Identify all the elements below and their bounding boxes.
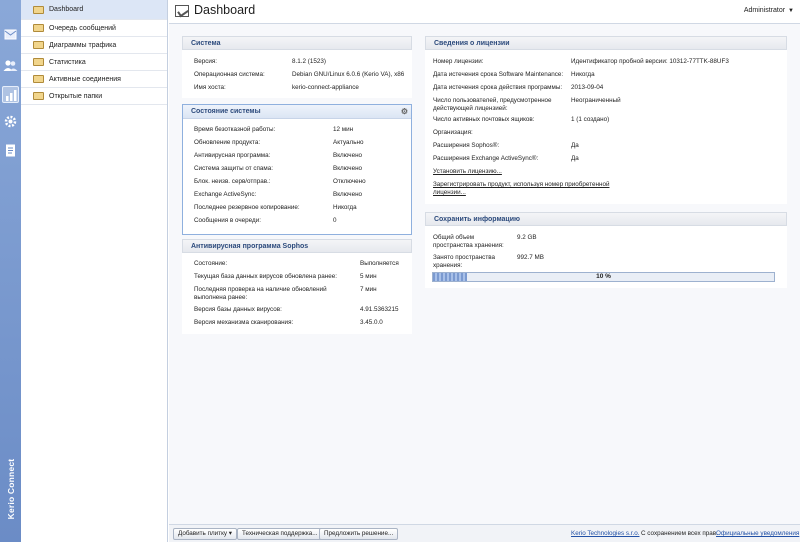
- system-status-tile: Состояние системы ⚙ Время безотказной раб…: [182, 104, 412, 235]
- nav-item-label: Dashboard: [49, 6, 84, 13]
- gear-icon[interactable]: ⚙: [401, 107, 408, 116]
- legal-notices-link[interactable]: Официальные уведомления: [716, 530, 799, 537]
- storage-progress-bar: 10 %: [432, 272, 775, 282]
- user-menu[interactable]: Administrator ▼: [744, 7, 794, 14]
- add-tile-button[interactable]: Добавить плитку ▾: [173, 528, 237, 540]
- app-rail: Kerio Connect: [0, 0, 21, 542]
- gear-icon[interactable]: [2, 113, 19, 130]
- nav-item-dashboard[interactable]: Dashboard: [21, 0, 167, 20]
- nav-item-label: Активные соединения: [49, 75, 121, 83]
- document-icon[interactable]: [2, 142, 19, 159]
- sophos-tile: Антивирусная программа Sophos Состояние:…: [182, 239, 412, 334]
- footer-bar: Добавить плитку ▾ Техническая поддержка.…: [169, 524, 800, 542]
- main-content: Dashboard Administrator ▼ Система Версия:…: [169, 0, 800, 542]
- tile-title: Состояние системы ⚙: [183, 105, 411, 119]
- chevron-down-icon: ▼: [788, 8, 794, 14]
- nav-item-label: Открытые папки: [49, 92, 103, 100]
- folder-icon: [33, 41, 44, 49]
- nav-item-label: Очередь сообщений: [49, 24, 116, 32]
- system-tile: Система Версия: 8.1.2 (1523) Операционная…: [182, 36, 412, 98]
- nav-item-label: Диаграммы трафика: [49, 41, 117, 49]
- suggest-solution-button[interactable]: Предложить решение...: [319, 528, 399, 540]
- dashboard-logo-icon: [175, 5, 189, 17]
- nav-item-active-connections[interactable]: Активные соединения: [21, 71, 167, 88]
- folder-icon: [33, 24, 44, 32]
- tile-title: Система: [182, 36, 412, 50]
- storage-percent: 10 %: [596, 273, 611, 280]
- sidebar-nav: Dashboard Очередь сообщений Диаграммы тр…: [21, 0, 168, 542]
- nav-item-open-folders[interactable]: Открытые папки: [21, 88, 167, 105]
- user-name: Administrator: [743, 7, 786, 14]
- nav-item-label: Статистика: [49, 58, 86, 66]
- header: Dashboard Administrator ▼: [169, 0, 800, 24]
- nav-item-traffic-charts[interactable]: Диаграммы трафика: [21, 37, 167, 54]
- folder-icon: [33, 92, 44, 100]
- nav-item-message-queue[interactable]: Очередь сообщений: [21, 20, 167, 37]
- users-icon[interactable]: [2, 57, 19, 74]
- dashboard-chart-icon[interactable]: [2, 86, 19, 103]
- tile-title: Сведения о лицензии: [425, 36, 787, 50]
- page-title: Dashboard: [194, 3, 256, 17]
- folder-icon: [33, 75, 44, 83]
- brand-logo: Kerio Connect: [5, 458, 16, 520]
- folder-icon: [33, 58, 44, 66]
- tile-title: Антивирусная программа Sophos: [182, 239, 412, 253]
- mail-icon[interactable]: [2, 26, 19, 43]
- company-link[interactable]: Kerio Technologies s.r.o.: [571, 530, 640, 537]
- tech-support-button[interactable]: Техническая поддержка...: [237, 528, 323, 540]
- tile-title: Сохранить информацию: [425, 212, 787, 226]
- nav-item-statistics[interactable]: Статистика: [21, 54, 167, 71]
- copyright-text: С сохранением всех прав.: [641, 530, 718, 537]
- folder-icon: [33, 5, 44, 14]
- license-tile: Сведения о лицензии Номер лицензии: Идент…: [425, 36, 787, 204]
